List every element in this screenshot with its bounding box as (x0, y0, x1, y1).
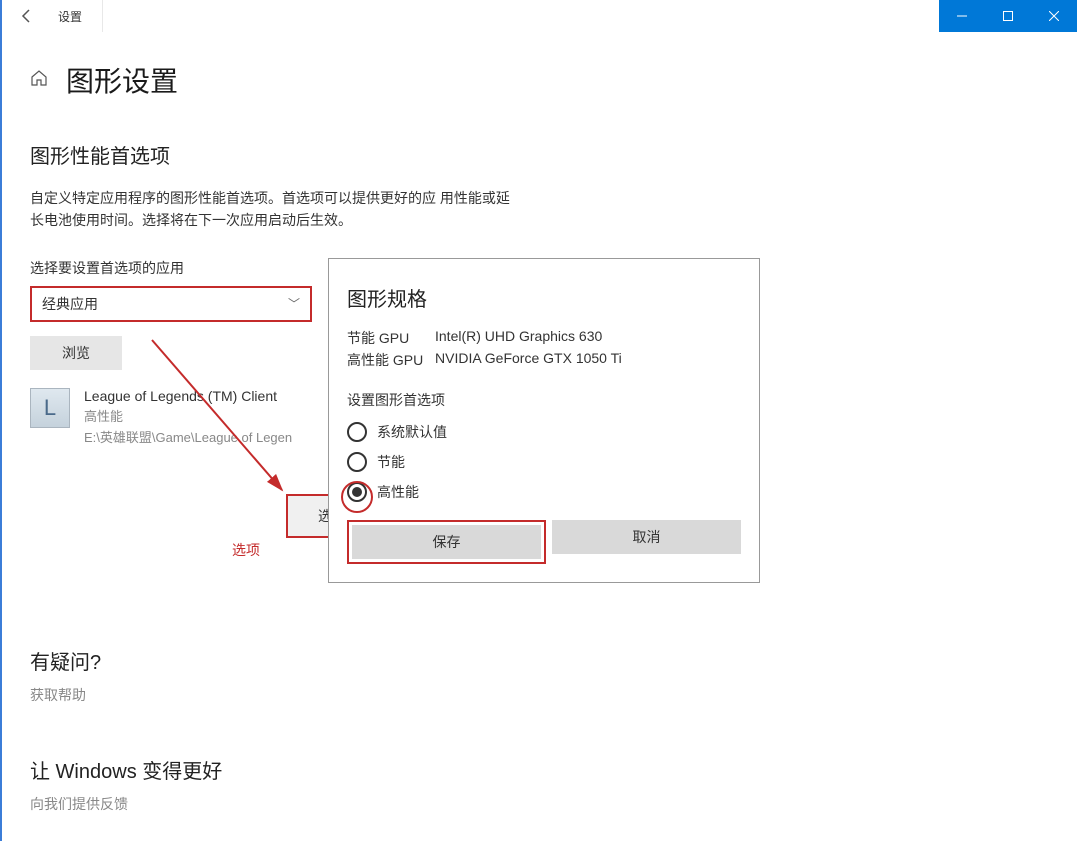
minimize-button[interactable] (939, 0, 985, 32)
graphics-spec-dialog: 图形规格 节能 GPU Intel(R) UHD Graphics 630 高性… (328, 258, 760, 583)
eco-gpu-value: Intel(R) UHD Graphics 630 (435, 328, 602, 348)
maximize-button[interactable] (985, 0, 1031, 32)
app-list-item[interactable]: L League of Legends (TM) Client 高性能 E:\英… (30, 388, 340, 446)
perf-gpu-label: 高性能 GPU (347, 350, 435, 370)
radio-icon (347, 452, 367, 472)
perf-gpu-value: NVIDIA GeForce GTX 1050 Ti (435, 350, 622, 370)
radio-label: 系统默认值 (377, 422, 447, 442)
minimize-icon (957, 11, 967, 21)
close-icon (1049, 11, 1059, 21)
radio-label: 节能 (377, 452, 405, 472)
window-controls (939, 0, 1077, 32)
radio-icon (347, 422, 367, 442)
chevron-down-icon: ﹀ (288, 295, 300, 312)
feedback-link[interactable]: 向我们提供反馈 (30, 794, 1077, 814)
maximize-icon (1003, 11, 1013, 21)
annotation-options-label: 选项 (232, 540, 260, 560)
page-title: 图形设置 (66, 60, 178, 100)
dialog-title: 图形规格 (347, 283, 741, 312)
pref-title: 设置图形首选项 (347, 390, 741, 410)
have-questions-title: 有疑问? (30, 646, 1077, 675)
app-path: E:\英雄联盟\Game\League of Legen (84, 427, 292, 446)
close-button[interactable] (1031, 0, 1077, 32)
browse-button[interactable]: 浏览 (30, 336, 122, 370)
radio-high-performance[interactable]: 高性能 (347, 482, 741, 502)
section-description: 自定义特定应用程序的图形性能首选项。首选项可以提供更好的应 用性能或延长电池使用… (30, 187, 510, 232)
annotation-save-highlight: 保存 (347, 520, 546, 564)
dropdown-value: 经典应用 (42, 294, 98, 314)
app-icon: L (30, 388, 70, 428)
arrow-left-icon (19, 8, 35, 24)
app-performance-mode: 高性能 (84, 406, 292, 425)
titlebar: 设置 (2, 0, 1077, 32)
cancel-button[interactable]: 取消 (552, 520, 741, 554)
radio-power-saving[interactable]: 节能 (347, 452, 741, 472)
get-help-link[interactable]: 获取帮助 (30, 685, 1077, 705)
radio-system-default[interactable]: 系统默认值 (347, 422, 741, 442)
app-type-dropdown[interactable]: 经典应用 ﹀ (30, 286, 312, 322)
radio-label: 高性能 (377, 482, 419, 502)
section-title: 图形性能首选项 (30, 140, 1077, 169)
app-name: League of Legends (TM) Client (84, 388, 292, 404)
home-icon[interactable] (30, 69, 48, 92)
radio-icon-selected (347, 482, 367, 502)
window-title: 设置 (52, 0, 103, 32)
back-button[interactable] (2, 0, 52, 32)
improve-windows-title: 让 Windows 变得更好 (30, 755, 1077, 784)
save-button[interactable]: 保存 (352, 525, 541, 559)
eco-gpu-label: 节能 GPU (347, 328, 435, 348)
